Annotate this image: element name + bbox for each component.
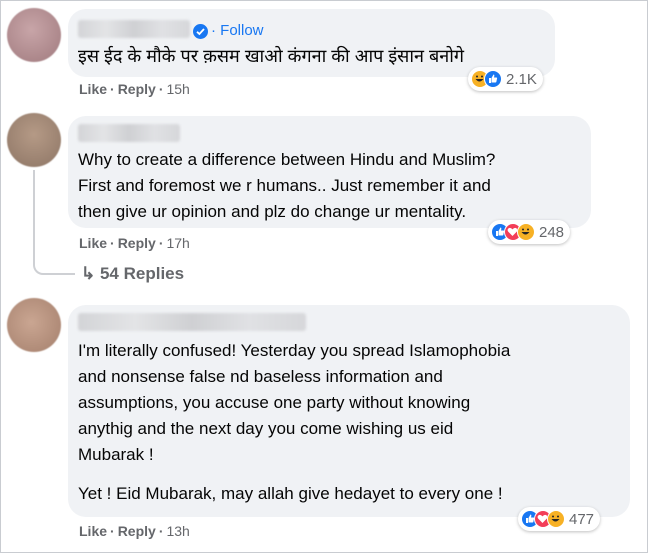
reply-action[interactable]: Reply bbox=[118, 235, 156, 251]
avatar[interactable] bbox=[7, 113, 61, 167]
comment-text-line: Why to create a difference between Hindu… bbox=[78, 150, 496, 169]
reaction-count: 477 bbox=[569, 510, 595, 528]
haha-icon bbox=[547, 510, 565, 528]
commenter-name-redacted[interactable] bbox=[78, 20, 190, 38]
follow-label[interactable]: Follow bbox=[220, 22, 263, 39]
reply-arrow-icon: ↳ bbox=[81, 264, 100, 283]
separator-dot: · bbox=[110, 235, 115, 251]
like-action[interactable]: Like bbox=[79, 81, 107, 97]
comment-actions: Like · Reply · 13h bbox=[79, 523, 190, 539]
like-action[interactable]: Like bbox=[79, 523, 107, 539]
commenter-name-redacted[interactable] bbox=[78, 124, 180, 142]
comment-actions: Like · Reply · 15h bbox=[79, 81, 190, 97]
comment-actions: Like · Reply · 17h bbox=[79, 235, 190, 251]
separator-dot: · bbox=[110, 523, 115, 539]
replies-label[interactable]: 54 Replies bbox=[100, 264, 184, 283]
reply-thread-line bbox=[33, 170, 75, 275]
comment-text-line: and nonsense false nd baseless informati… bbox=[78, 367, 443, 386]
reaction-count: 2.1K bbox=[506, 70, 537, 88]
view-replies-link[interactable]: ↳ 54 Replies bbox=[81, 264, 184, 284]
reaction-summary[interactable]: 248 bbox=[488, 220, 571, 244]
reaction-summary[interactable]: 2.1K bbox=[468, 67, 543, 91]
reaction-count: 248 bbox=[539, 223, 565, 241]
comment-text-line: First and foremost we r humans.. Just re… bbox=[78, 176, 491, 195]
separator-dot: · bbox=[158, 81, 164, 97]
comment-text-line: Mubarak ! bbox=[78, 445, 154, 464]
timestamp[interactable]: 15h bbox=[166, 81, 189, 97]
separator-dot: · bbox=[158, 235, 164, 251]
like-action[interactable]: Like bbox=[79, 235, 107, 251]
verified-badge-icon bbox=[193, 24, 208, 39]
reply-action[interactable]: Reply bbox=[118, 81, 156, 97]
reply-action[interactable]: Reply bbox=[118, 523, 156, 539]
comment-text-line: anythig and the next day you come wishin… bbox=[78, 419, 454, 438]
comment-text-line: I'm literally confused! Yesterday you sp… bbox=[78, 341, 511, 360]
separator-dot: · bbox=[158, 523, 164, 539]
separator-dot: · bbox=[110, 81, 115, 97]
avatar[interactable] bbox=[7, 8, 61, 62]
reaction-summary[interactable]: 477 bbox=[518, 507, 601, 531]
follow-link[interactable]: · Follow bbox=[211, 22, 264, 39]
timestamp[interactable]: 13h bbox=[166, 523, 189, 539]
like-icon bbox=[484, 70, 502, 88]
timestamp[interactable]: 17h bbox=[166, 235, 189, 251]
comment-text-line: then give ur opinion and plz do change u… bbox=[78, 202, 467, 221]
comment-text-line: assumptions, you accuse one party withou… bbox=[78, 393, 471, 412]
comment-text-line: Yet ! Eid Mubarak, may allah give hedaye… bbox=[78, 484, 503, 503]
commenter-name-redacted[interactable] bbox=[78, 313, 306, 331]
haha-icon bbox=[517, 223, 535, 241]
comment-text-line: इस ईद के मौके पर क़सम खाओ कंगना की आप इं… bbox=[78, 46, 465, 66]
separator-dot: · bbox=[211, 22, 221, 39]
avatar[interactable] bbox=[7, 298, 61, 352]
